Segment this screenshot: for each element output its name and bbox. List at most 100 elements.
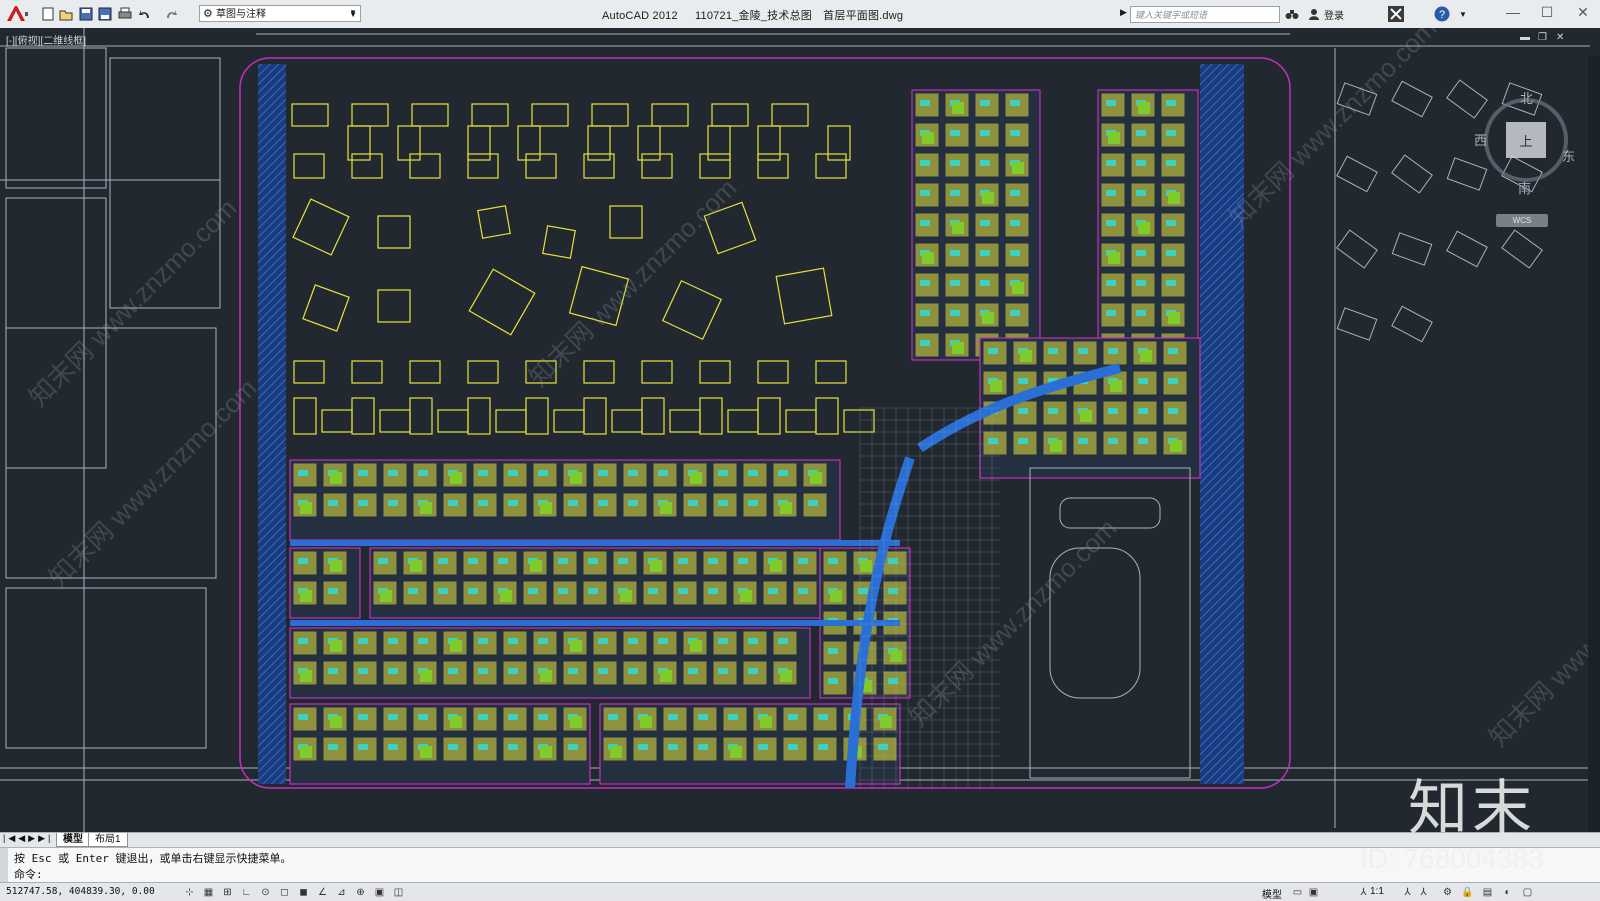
garden-plot xyxy=(500,590,512,602)
house-detail xyxy=(508,744,518,750)
viewport-restore-icon[interactable]: ❐ xyxy=(1538,32,1547,43)
context-lot xyxy=(5,587,207,749)
workspace-switch-icon[interactable]: ⚙ xyxy=(1440,885,1455,899)
application-menu-button[interactable] xyxy=(2,3,32,25)
grid-icon[interactable]: ▦ xyxy=(201,885,216,899)
workspace-selector[interactable]: ⚙ 草图与注释 ▼ xyxy=(199,5,361,22)
login-link[interactable]: 登录 xyxy=(1324,7,1344,22)
qa-customize-icon[interactable]: ▼ xyxy=(348,5,358,20)
building-outline xyxy=(757,360,789,384)
viewcube-top-face[interactable]: 上 xyxy=(1506,122,1546,158)
house-detail xyxy=(328,588,338,594)
building-outline xyxy=(409,360,441,384)
tab-layout1[interactable]: 布局1 xyxy=(88,833,128,847)
house-detail xyxy=(1078,438,1088,444)
maximize-icon[interactable]: ☐ xyxy=(1532,2,1562,22)
house-detail xyxy=(950,310,960,316)
garden-plot xyxy=(650,560,662,572)
house-detail xyxy=(1136,130,1146,136)
house-detail xyxy=(718,668,728,674)
viewcube-east[interactable]: 东 xyxy=(1562,146,1575,165)
wcs-menu[interactable]: WCS xyxy=(1496,214,1548,227)
garden-plot xyxy=(570,716,582,728)
otrack-icon[interactable]: ◻ xyxy=(277,885,292,899)
file-name: 110721_金陵_技术总图 首层平面图.dwg xyxy=(695,10,904,22)
ducs-icon[interactable]: ◼ xyxy=(296,885,311,899)
model-space-button[interactable]: 模型 xyxy=(1262,886,1282,901)
snap-icon[interactable]: ⊹ xyxy=(182,885,197,899)
viewcube-north[interactable]: 北 xyxy=(1520,88,1533,107)
building-outline xyxy=(379,409,411,433)
new-icon[interactable] xyxy=(40,6,56,21)
dyn-icon[interactable]: ∠ xyxy=(315,885,330,899)
save-icon[interactable] xyxy=(78,6,94,21)
tab-model[interactable]: 模型 xyxy=(56,833,90,847)
command-window-handle[interactable] xyxy=(0,848,8,883)
minimize-icon[interactable]: — xyxy=(1498,2,1528,22)
lwt-icon[interactable]: ⊿ xyxy=(334,885,349,899)
close-icon[interactable]: ✕ xyxy=(1568,2,1598,22)
clean-screen-icon[interactable]: ▢ xyxy=(1520,885,1535,899)
house-detail xyxy=(1106,160,1116,166)
garden-plot xyxy=(952,342,964,354)
polar-icon[interactable]: ∟ xyxy=(239,885,254,899)
house-detail xyxy=(888,678,898,684)
tab-scroll-arrows[interactable]: |◀◀▶▶| xyxy=(3,833,53,844)
undo-icon[interactable] xyxy=(137,6,153,21)
building-outline xyxy=(409,153,441,179)
viewport-close-icon[interactable]: ✕ xyxy=(1556,32,1564,43)
command-input[interactable]: 命令: xyxy=(14,866,43,882)
annotation-scale-value[interactable]: 1:1 xyxy=(1370,886,1384,897)
house-detail xyxy=(1166,280,1176,286)
isolate-objects-icon[interactable]: ◐ xyxy=(1500,885,1515,899)
qp-icon[interactable]: ▣ xyxy=(372,885,387,899)
building-outline xyxy=(699,360,731,384)
annotation-scale-icon[interactable]: ⅄ xyxy=(1356,885,1371,899)
help-icon[interactable]: ? xyxy=(1434,6,1450,22)
house-detail xyxy=(658,470,668,476)
saveas-icon[interactable] xyxy=(97,6,113,21)
house-detail xyxy=(828,558,838,564)
garden-plot xyxy=(640,716,652,728)
building-outline xyxy=(351,103,389,127)
hardware-acceleration-icon[interactable]: ▤ xyxy=(1480,885,1495,899)
viewcube[interactable]: 上 北 南 西 东 xyxy=(1474,86,1575,196)
binoculars-icon[interactable] xyxy=(1284,6,1300,22)
house-detail xyxy=(388,500,398,506)
exchange-icon[interactable] xyxy=(1388,6,1404,22)
navigation-bar[interactable] xyxy=(1588,56,1600,832)
search-input[interactable]: 键入关键字或短语 xyxy=(1130,6,1280,23)
building-outline xyxy=(411,103,449,127)
drawing-canvas[interactable]: 知末网 www.znzmo.com 知末网 www.znzmo.com 知末网 ww… xyxy=(0,28,1600,832)
building-outline xyxy=(351,397,375,435)
lock-icon[interactable]: 🔒 xyxy=(1460,885,1475,899)
house-detail xyxy=(468,588,478,594)
quick-view-layouts-icon[interactable]: ▭ xyxy=(1290,885,1305,899)
viewcube-west[interactable]: 西 xyxy=(1474,130,1487,149)
osnap-icon[interactable]: ⊙ xyxy=(258,885,273,899)
redo-icon[interactable] xyxy=(163,6,179,21)
house-detail xyxy=(1166,130,1176,136)
tpy-icon[interactable]: ⊕ xyxy=(353,885,368,899)
viewport-minimize-icon[interactable]: ▬ xyxy=(1520,32,1530,43)
house-detail xyxy=(598,470,608,476)
chevron-right-icon[interactable]: ▶ xyxy=(1120,7,1127,18)
house-detail xyxy=(798,558,808,564)
viewcube-south[interactable]: 南 xyxy=(1518,178,1531,197)
viewport-controls-label[interactable]: [-][俯视][二维线框] xyxy=(6,32,86,47)
house-detail xyxy=(498,558,508,564)
building-outline xyxy=(531,103,569,127)
quick-view-drawings-icon[interactable]: ▣ xyxy=(1306,885,1321,899)
user-icon[interactable] xyxy=(1306,6,1322,22)
open-icon[interactable] xyxy=(58,6,74,21)
sc-icon[interactable]: ◫ xyxy=(391,885,406,899)
help-dropdown-icon[interactable]: ▼ xyxy=(1455,6,1471,22)
building-outline xyxy=(583,397,607,435)
ortho-icon[interactable]: ⊞ xyxy=(220,885,235,899)
plot-icon[interactable] xyxy=(117,6,133,21)
annotation-visibility-icon[interactable]: ⅄ xyxy=(1400,885,1415,899)
house-detail xyxy=(388,470,398,476)
garden-plot xyxy=(300,590,312,602)
coordinate-readout[interactable]: 512747.58, 404839.30, 0.00 xyxy=(6,886,155,897)
auto-scale-icon[interactable]: ⅄ xyxy=(1416,885,1431,899)
